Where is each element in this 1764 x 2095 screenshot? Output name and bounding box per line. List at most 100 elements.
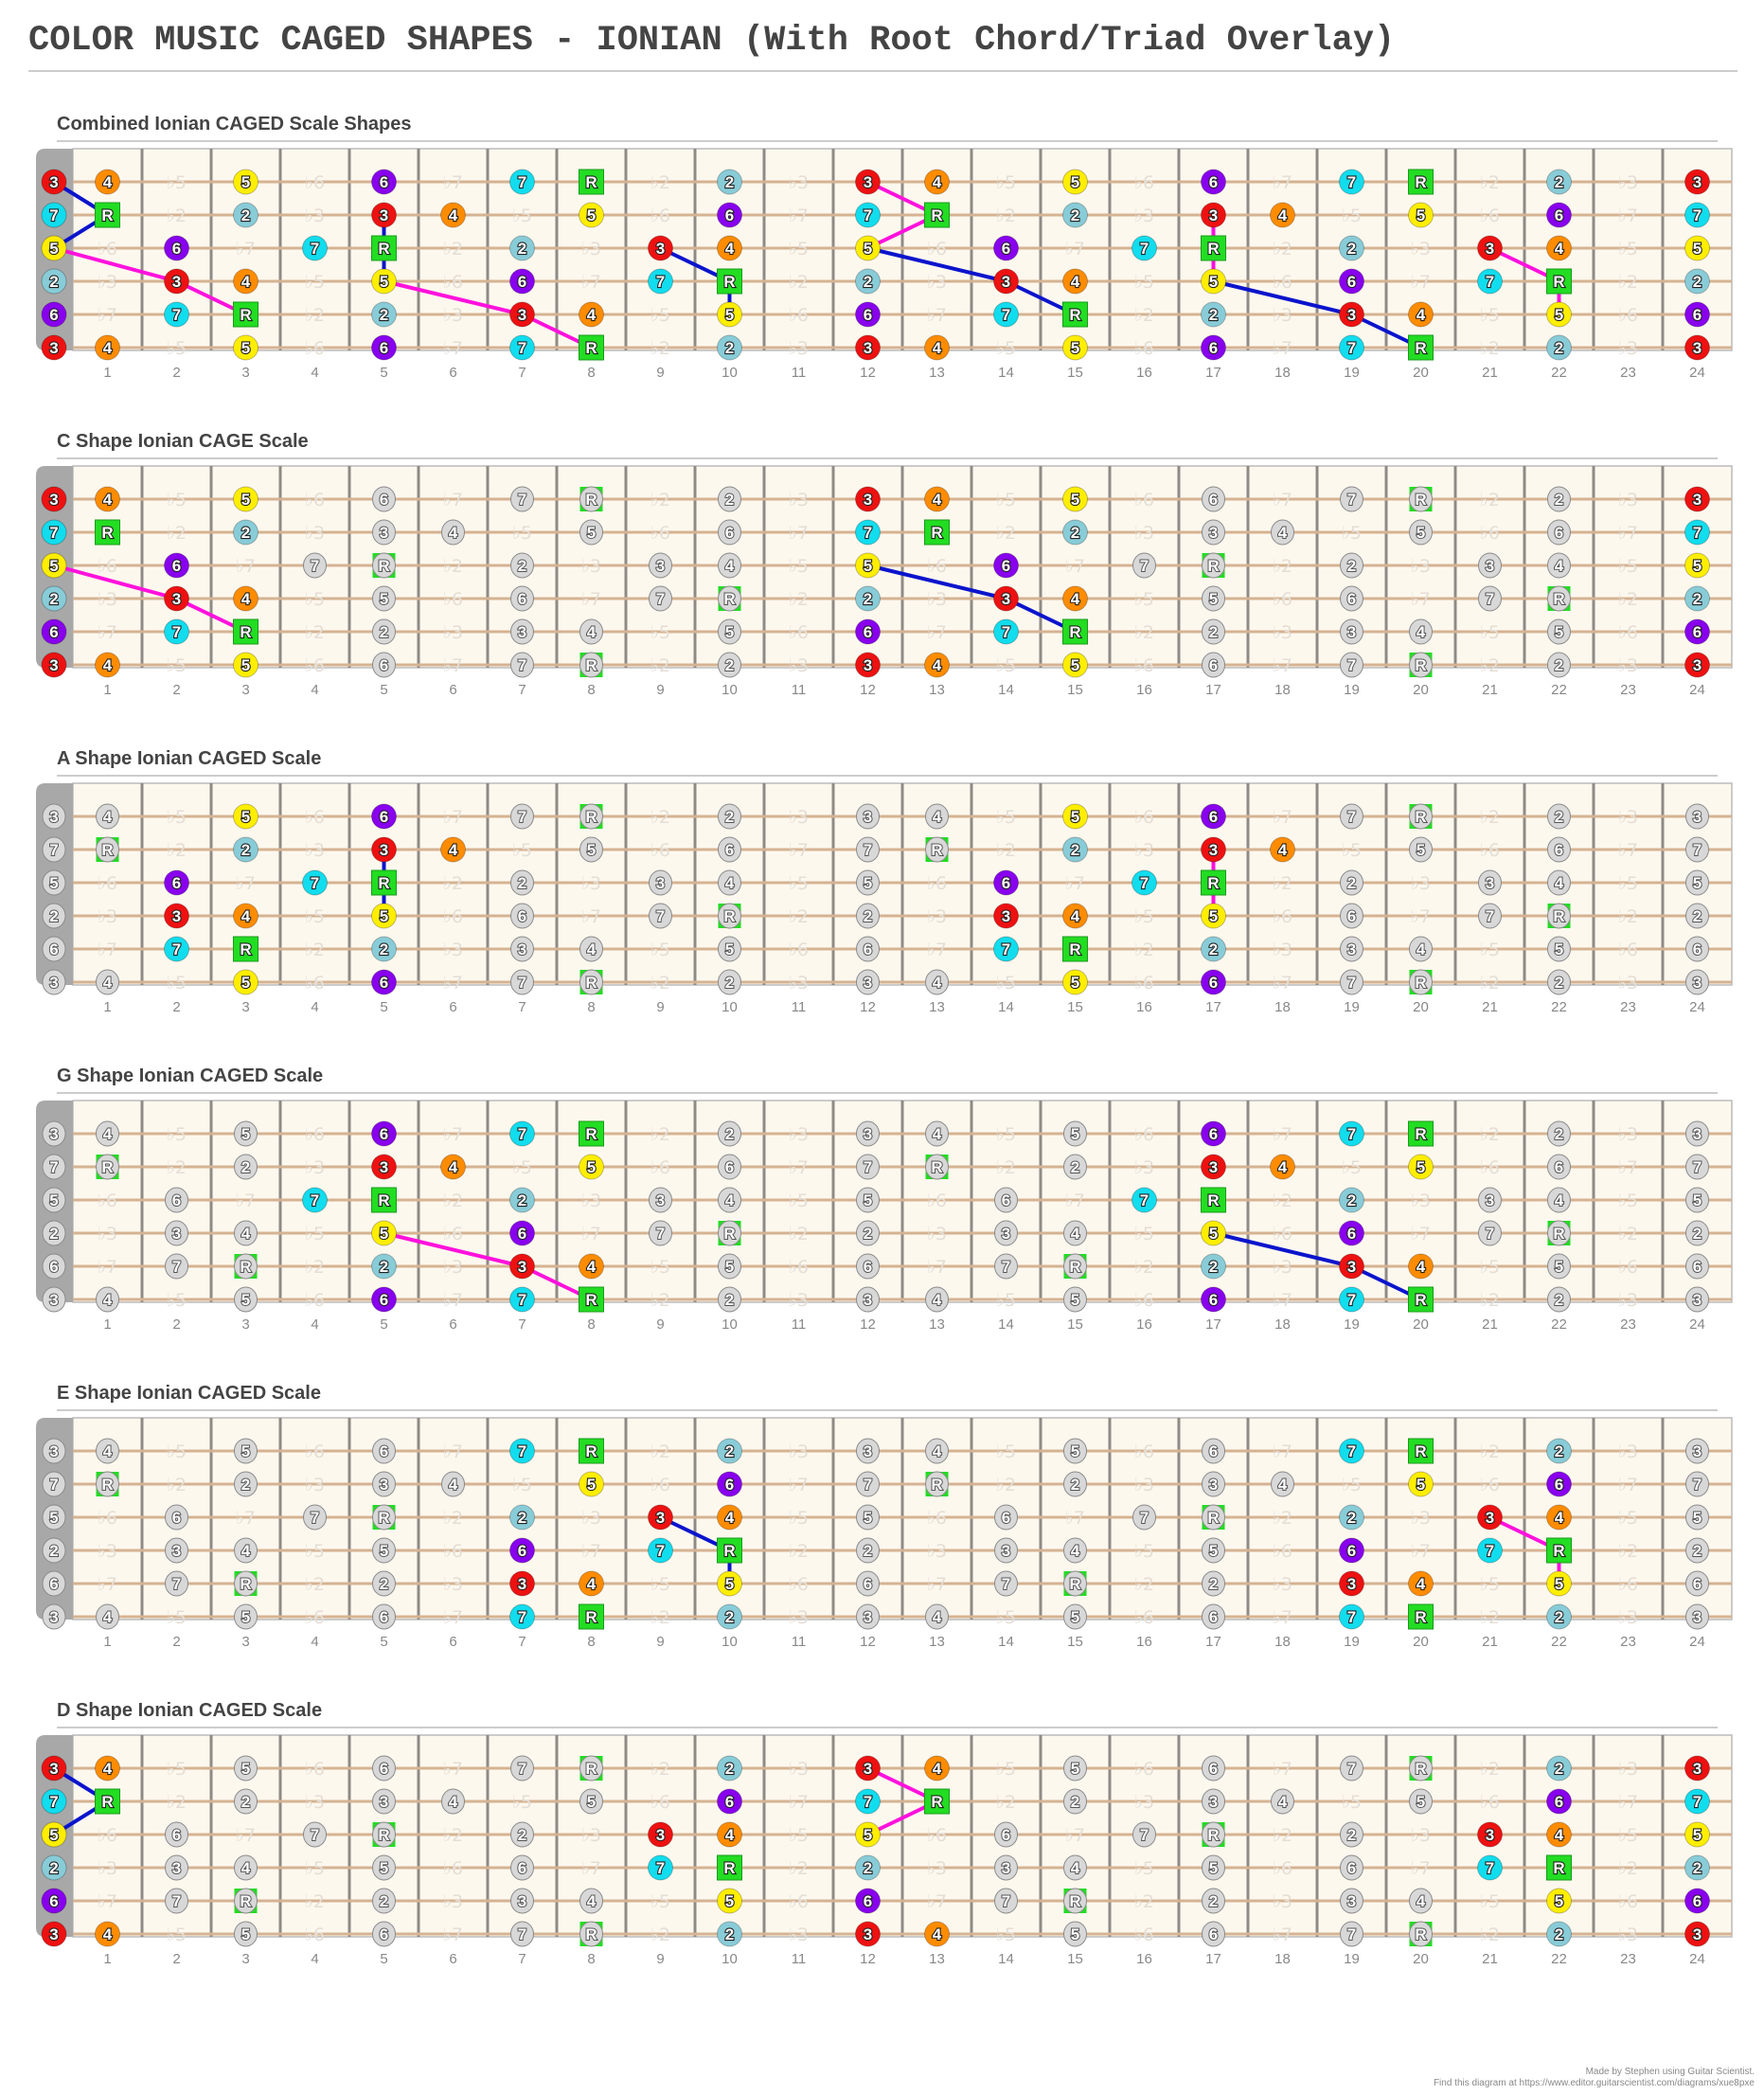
svg-text:♭3: ♭3 (789, 1290, 809, 1311)
note-5: 5 (234, 1755, 258, 1782)
chromatic-note: ♭2 (1618, 1858, 1638, 1879)
svg-text:2: 2 (725, 1125, 734, 1143)
fret-number: 19 (1344, 1951, 1360, 1967)
note-3: 3 (1340, 936, 1363, 962)
chromatic-note: ♭2 (650, 490, 670, 510)
note-5: 5 (1684, 1821, 1710, 1848)
fret-number: 7 (518, 365, 526, 381)
note-3: 3 (42, 969, 66, 995)
note-5: 5 (233, 334, 258, 361)
note-3: 3 (165, 1854, 188, 1881)
note-3: 3 (372, 519, 396, 546)
svg-text:♭3: ♭3 (1618, 172, 1638, 193)
svg-text:2: 2 (1555, 173, 1563, 191)
svg-text:♭5: ♭5 (996, 807, 1016, 828)
fret-number: 5 (380, 365, 387, 381)
svg-text:4: 4 (1278, 1158, 1288, 1176)
chromatic-note: ♭7 (927, 1257, 947, 1278)
note-3: 3 (1684, 334, 1710, 361)
note-4: 4 (233, 268, 258, 295)
svg-text:♭5: ♭5 (1342, 1792, 1362, 1813)
svg-text:4: 4 (103, 1608, 113, 1626)
svg-text:6: 6 (380, 339, 388, 357)
chromatic-note: ♭2 (650, 655, 670, 676)
svg-text:♭5: ♭5 (1480, 622, 1500, 643)
diagram-section: Combined Ionian CAGED Scale Shapes 1 2 3 4 5 6… (0, 114, 1764, 431)
fretboard: 1 2 3 4 5 6 7 8 9 10 11 12 13 14 15 16 17 18 19 20 21 22 23 243… (36, 465, 1733, 698)
note-7: 7 (303, 1504, 327, 1531)
note-6: 6 (42, 1253, 66, 1280)
note-7: 7 (509, 1286, 535, 1313)
svg-text:♭7: ♭7 (98, 1257, 117, 1278)
note-4: 4 (717, 1821, 742, 1848)
note-7: 7 (42, 1154, 66, 1180)
note-2: 2 (1547, 803, 1571, 830)
svg-text:♭6: ♭6 (789, 1257, 809, 1278)
svg-text:2: 2 (1555, 1125, 1563, 1143)
note-3: 3 (856, 1603, 880, 1630)
chromatic-note: ♭2 (996, 1792, 1016, 1813)
note-R: R (579, 334, 604, 361)
note-5: 5 (41, 235, 67, 261)
fret-number: 5 (380, 1316, 387, 1333)
chromatic-note: ♭6 (789, 940, 809, 960)
svg-text:7: 7 (864, 524, 872, 542)
note-2: 2 (42, 903, 66, 929)
svg-text:7: 7 (518, 339, 526, 357)
svg-text:R: R (378, 557, 389, 575)
svg-text:♭2: ♭2 (650, 1925, 670, 1945)
note-5: 5 (1063, 1603, 1087, 1630)
note-6: 6 (855, 1888, 881, 1914)
fret-number: 10 (722, 682, 738, 698)
chromatic-note: ♭6 (1480, 523, 1500, 544)
svg-text:R: R (101, 1793, 113, 1811)
svg-text:♭6: ♭6 (443, 1858, 463, 1879)
svg-text:6: 6 (864, 623, 872, 641)
chromatic-note: ♭2 (305, 1257, 325, 1278)
chromatic-note: ♭5 (305, 272, 325, 293)
footer-link[interactable]: Find this diagram at https://www.editor.… (1434, 2078, 1755, 2089)
svg-text:♭2: ♭2 (789, 589, 809, 610)
svg-text:5: 5 (1555, 940, 1563, 958)
chromatic-note: ♭2 (443, 1508, 463, 1529)
svg-text:♭5: ♭5 (512, 1157, 532, 1178)
svg-text:R: R (1553, 590, 1564, 608)
fret-number: 1 (103, 1634, 111, 1650)
fret-number: 16 (1136, 365, 1152, 381)
chromatic-note: ♭5 (996, 338, 1016, 359)
note-R: R (579, 1286, 604, 1313)
svg-text:6: 6 (1209, 339, 1218, 357)
note-2: 2 (1339, 235, 1364, 261)
chromatic-note: ♭7 (1618, 206, 1638, 226)
svg-text:6: 6 (1347, 1542, 1356, 1560)
fret-number: 19 (1344, 1316, 1360, 1333)
svg-text:4: 4 (1071, 1859, 1080, 1877)
svg-text:R: R (585, 339, 597, 357)
svg-text:♭3: ♭3 (305, 206, 325, 226)
svg-text:4: 4 (1555, 240, 1564, 258)
svg-text:♭5: ♭5 (1618, 1508, 1638, 1529)
fret-number: 12 (860, 365, 876, 381)
note-7: 7 (510, 969, 534, 995)
chromatic-note: ♭3 (1618, 172, 1638, 193)
svg-text:R: R (585, 1608, 597, 1626)
note-R: R (1409, 1921, 1433, 1947)
note-4: 4 (1271, 519, 1294, 546)
chromatic-note: ♭5 (1480, 940, 1500, 960)
chromatic-note: ♭6 (443, 589, 463, 610)
note-5: 5 (717, 301, 742, 328)
note-7: 7 (855, 202, 881, 228)
note-3: 3 (856, 803, 880, 830)
note-R: R (717, 268, 742, 295)
fret-number: 11 (792, 1316, 807, 1333)
note-2: 2 (855, 268, 881, 295)
chromatic-note: ♭3 (1134, 206, 1154, 226)
note-5: 5 (1063, 1921, 1087, 1947)
svg-text:2: 2 (725, 656, 734, 674)
chromatic-note: ♭7 (789, 840, 809, 861)
fret-number: 18 (1274, 1634, 1291, 1650)
svg-text:2: 2 (380, 1258, 388, 1276)
svg-text:4: 4 (587, 306, 597, 324)
svg-text:6: 6 (49, 623, 58, 641)
svg-text:♭3: ♭3 (1618, 1441, 1638, 1462)
